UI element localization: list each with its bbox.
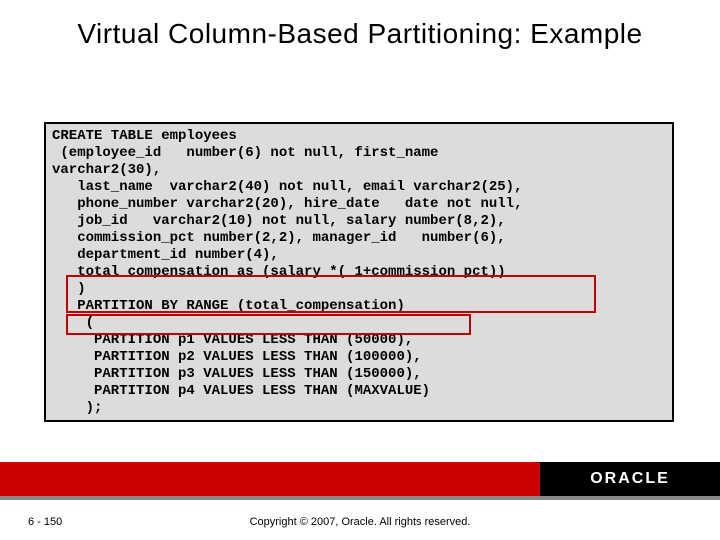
code-line: PARTITION p1 VALUES LESS THAN (50000), bbox=[52, 332, 666, 349]
code-line: department_id number(4), bbox=[52, 247, 666, 264]
code-line: total_compensation as (salary *( 1+commi… bbox=[52, 264, 666, 281]
code-line: job_id varchar2(10) not null, salary num… bbox=[52, 213, 666, 230]
oracle-logo: ORACLE bbox=[540, 462, 720, 500]
code-line: varchar2(30), bbox=[52, 162, 666, 179]
code-line: PARTITION p3 VALUES LESS THAN (150000), bbox=[52, 366, 666, 383]
code-line: commission_pct number(2,2), manager_id n… bbox=[52, 230, 666, 247]
code-line: last_name varchar2(40) not null, email v… bbox=[52, 179, 666, 196]
code-line: ( bbox=[52, 315, 666, 332]
code-line: ) bbox=[52, 281, 666, 298]
code-line: PARTITION p2 VALUES LESS THAN (100000), bbox=[52, 349, 666, 366]
copyright-text: Copyright © 2007, Oracle. All rights res… bbox=[0, 516, 720, 528]
footer-bar: ORACLE bbox=[0, 462, 720, 500]
code-line: ); bbox=[52, 400, 666, 417]
code-box: CREATE TABLE employees (employee_id numb… bbox=[44, 122, 674, 422]
code-line: PARTITION p4 VALUES LESS THAN (MAXVALUE) bbox=[52, 383, 666, 400]
slide: Virtual Column-Based Partitioning: Examp… bbox=[0, 0, 720, 540]
code-line: PARTITION BY RANGE (total_compensation) bbox=[52, 298, 666, 315]
code-line: (employee_id number(6) not null, first_n… bbox=[52, 145, 666, 162]
footer-red-stripe bbox=[0, 462, 540, 500]
oracle-logo-text: ORACLE bbox=[590, 470, 670, 488]
code-line: CREATE TABLE employees bbox=[52, 128, 666, 145]
code-line: phone_number varchar2(20), hire_date dat… bbox=[52, 196, 666, 213]
footer-text-row: 6 - 150 Copyright © 2007, Oracle. All ri… bbox=[0, 508, 720, 528]
slide-title: Virtual Column-Based Partitioning: Examp… bbox=[0, 0, 720, 60]
